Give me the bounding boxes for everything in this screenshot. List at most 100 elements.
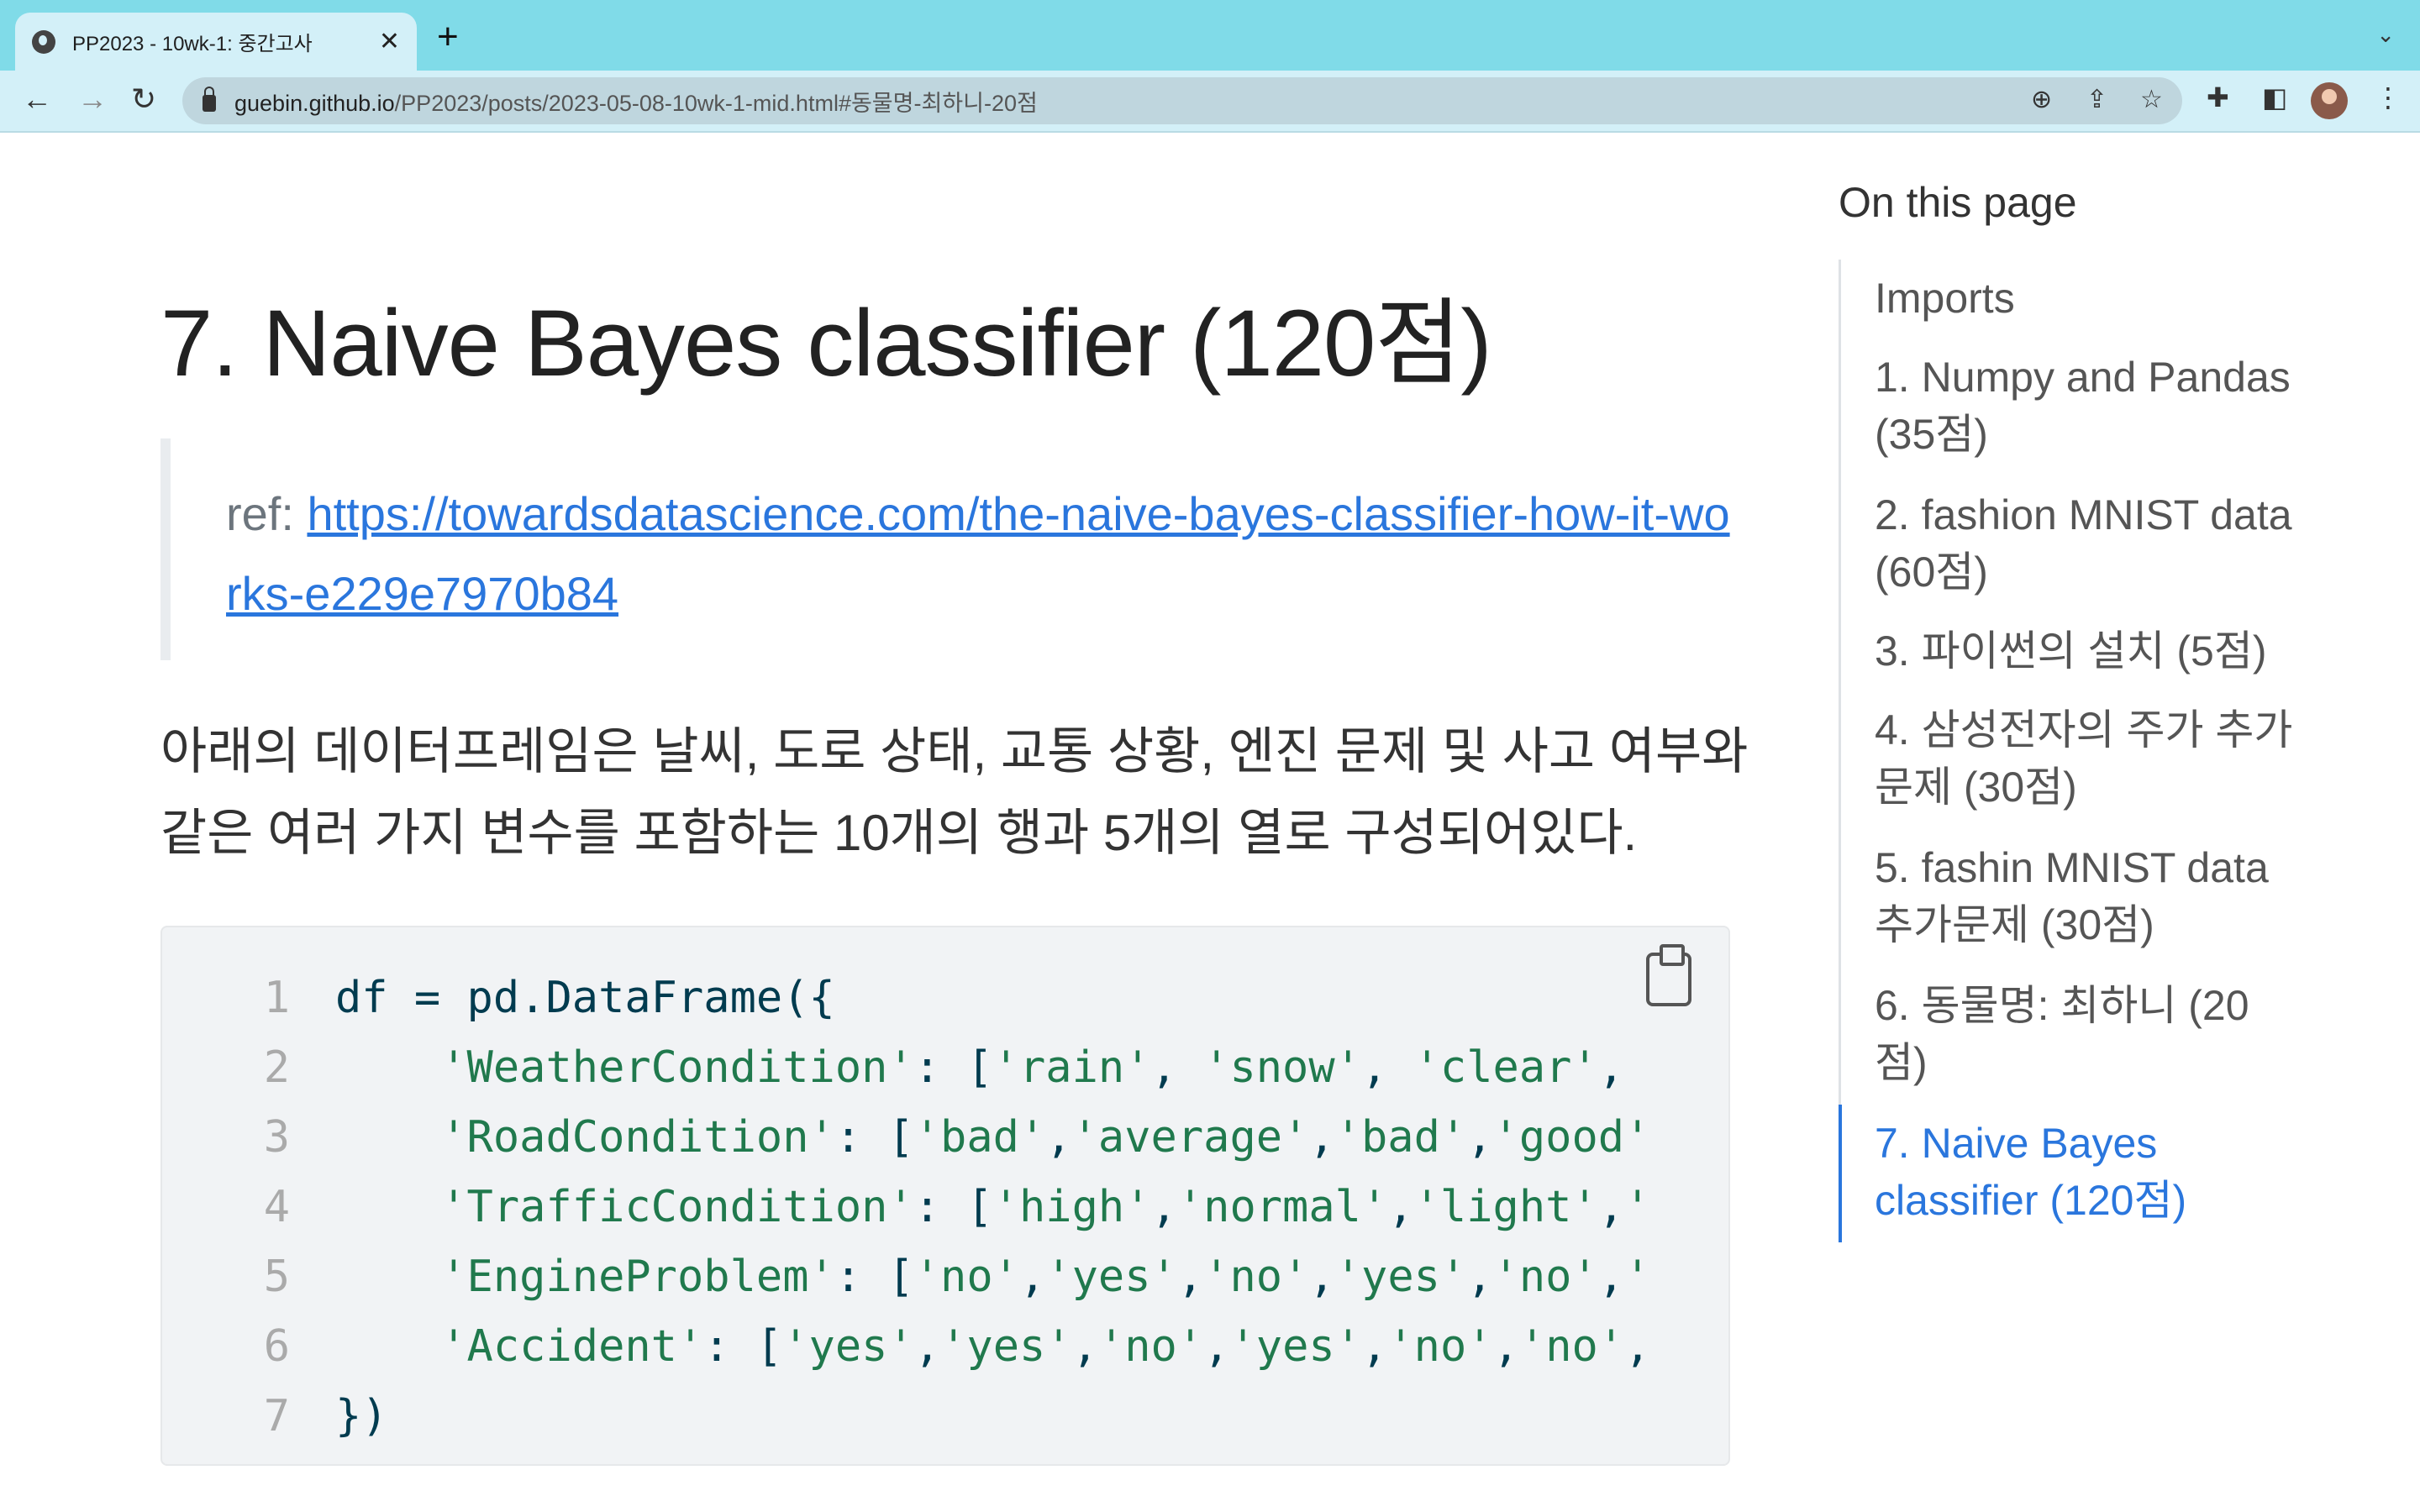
toc-item-samsung[interactable]: 4. 삼성전자의 주가 추가문제 (30점)	[1875, 701, 2295, 816]
ref-label: ref:	[226, 487, 308, 540]
code-string: 'TrafficCondition'	[335, 1181, 914, 1232]
toc-item-naive-bayes[interactable]: 7. Naive Bayes classifier (120점)	[1875, 1115, 2295, 1229]
code-token: ,	[1492, 1320, 1519, 1372]
browser-tab[interactable]: PP2023 - 10wk-1: 중간고사 ✕	[15, 13, 417, 71]
code-string: 'RoadCondition'	[335, 1111, 835, 1163]
toc-item-animal-name[interactable]: 6. 동물명: 최하니 (20점)	[1875, 977, 2295, 1091]
code-token: ,	[1308, 1251, 1335, 1302]
toc-item-imports[interactable]: Imports	[1875, 270, 2295, 327]
toc-active-indicator	[1839, 1105, 1842, 1242]
avatar[interactable]	[2311, 82, 2348, 119]
code-string: 'Accident'	[335, 1320, 704, 1372]
line-number: 4	[263, 1181, 290, 1232]
code-string: 'yes'	[1334, 1251, 1467, 1302]
code-string: 'normal'	[1176, 1181, 1388, 1232]
reference-blockquote: ref: https://towardsdatascience.com/the-…	[160, 438, 1740, 660]
code-string: 'average'	[1071, 1111, 1309, 1163]
code-string: '	[1624, 1251, 1651, 1302]
code-token: ,	[1360, 1042, 1414, 1093]
code-line: 2 'WeatherCondition': ['rain', 'snow', '…	[162, 1032, 1728, 1102]
reload-icon[interactable]: ↻	[131, 84, 156, 114]
code-token: ,	[1045, 1111, 1072, 1163]
line-number: 3	[263, 1111, 290, 1163]
code-line: 1 df = pd.DataFrame({	[162, 963, 1728, 1032]
toc-item-python-install[interactable]: 3. 파이썬의 설치 (5점)	[1875, 622, 2295, 680]
url-host: guebin.github.io	[234, 90, 395, 116]
code-token: ,	[1597, 1181, 1625, 1232]
code-string: 'EngineProblem'	[335, 1251, 835, 1302]
back-icon[interactable]: ←	[22, 84, 52, 114]
code-token: : [	[703, 1320, 783, 1372]
code-token: ,	[913, 1320, 941, 1372]
menu-icon[interactable]: ⋮	[2375, 84, 2402, 111]
close-icon[interactable]: ✕	[379, 27, 400, 56]
line-number: 2	[263, 1042, 290, 1093]
code-string: 'bad'	[913, 1111, 1046, 1163]
code-line: 7})	[162, 1381, 1728, 1451]
code-token: df = pd.DataFrame({	[335, 972, 835, 1023]
address-bar[interactable]: guebin.github.io/PP2023/posts/2023-05-08…	[182, 77, 2182, 124]
code-token: ,	[1597, 1042, 1625, 1093]
lock-icon	[203, 87, 216, 112]
toc-title: On this page	[1839, 179, 2077, 226]
code-line: 5 'EngineProblem': ['no','yes','no','yes…	[162, 1242, 1728, 1311]
copy-icon[interactable]	[1646, 944, 1691, 1006]
code-line: 6 'Accident': ['yes','yes','no','yes','n…	[162, 1311, 1728, 1381]
code-line: 3 'RoadCondition': ['bad','average','bad…	[162, 1102, 1728, 1172]
code-token: : [	[834, 1251, 914, 1302]
code-string: 'no'	[1097, 1320, 1204, 1372]
code-string: 'yes'	[940, 1320, 1072, 1372]
line-number: 7	[263, 1390, 290, 1441]
code-string: 'yes'	[1045, 1251, 1177, 1302]
code-string: 'no'	[1518, 1320, 1625, 1372]
code-string: 'no'	[1203, 1251, 1309, 1302]
line-number: 1	[263, 972, 290, 1023]
zoom-icon[interactable]: ⊕	[2031, 87, 2052, 113]
code-string: 'high'	[992, 1181, 1151, 1232]
code-line: 4 'TrafficCondition': ['high','normal', '…	[162, 1172, 1728, 1242]
intro-paragraph: 아래의 데이터프레임은 날씨, 도로 상태, 교통 상황, 엔진 문제 및 사고…	[160, 723, 1749, 861]
line-number: 6	[263, 1320, 290, 1372]
browser-toolbar: ← → ↻ guebin.github.io/PP2023/posts/2023…	[0, 71, 2420, 133]
sidepanel-icon[interactable]: ◧	[2262, 84, 2287, 111]
code-token: ,	[1150, 1042, 1204, 1093]
code-string: '	[1624, 1181, 1651, 1232]
toc-item-numpy-pandas[interactable]: 1. Numpy and Pandas (35점)	[1875, 349, 2295, 463]
code-string: 'WeatherCondition'	[335, 1042, 914, 1093]
code-token: ,	[1150, 1181, 1177, 1232]
code-token: ,	[1203, 1320, 1230, 1372]
code-token: ,	[1361, 1320, 1388, 1372]
plus-icon[interactable]: +	[437, 18, 459, 55]
toc-item-fashin-mnist-extra[interactable]: 5. fashin MNIST data 추가문제 (30점)	[1875, 839, 2295, 953]
tab-strip: PP2023 - 10wk-1: 중간고사 ✕ + ⌄	[0, 0, 2420, 71]
star-icon[interactable]: ☆	[2140, 87, 2163, 113]
page-title: 7. Naive Bayes classifier (120점)	[160, 291, 1492, 396]
code-block: 1 df = pd.DataFrame({ 2 'WeatherCondition'…	[160, 926, 1730, 1466]
code-token: : [	[913, 1181, 993, 1232]
code-string: 'clear'	[1413, 1042, 1598, 1093]
code-string: 'no'	[913, 1251, 1019, 1302]
code-string: 'no'	[1387, 1320, 1493, 1372]
forward-icon[interactable]: →	[77, 84, 108, 114]
code-token: ,	[1597, 1251, 1625, 1302]
code-token: ,	[1466, 1251, 1493, 1302]
code-token: ,	[1466, 1111, 1493, 1163]
code-token: ,	[1018, 1251, 1046, 1302]
ref-link[interactable]: https://towardsdatascience.com/the-naive…	[226, 487, 1730, 620]
chevron-down-icon[interactable]: ⌄	[2376, 22, 2395, 48]
code-token: ,	[1624, 1320, 1651, 1372]
tab-title: PP2023 - 10wk-1: 중간고사	[72, 33, 313, 55]
extensions-icon[interactable]: ✚	[2207, 84, 2229, 111]
code-token: : [	[913, 1042, 993, 1093]
code-token: : [	[834, 1111, 914, 1163]
share-icon[interactable]: ⇪	[2086, 87, 2107, 113]
code-string: 'snow'	[1203, 1042, 1361, 1093]
code-string: 'light'	[1413, 1181, 1598, 1232]
code-string: 'rain'	[992, 1042, 1151, 1093]
code-token: ,	[1071, 1320, 1098, 1372]
code-token: ,	[1387, 1181, 1414, 1232]
globe-icon	[32, 29, 55, 54]
toc-item-fashion-mnist[interactable]: 2. fashion MNIST data (60점)	[1875, 486, 2295, 601]
code-string: 'good'	[1492, 1111, 1651, 1163]
line-number: 5	[263, 1251, 290, 1302]
